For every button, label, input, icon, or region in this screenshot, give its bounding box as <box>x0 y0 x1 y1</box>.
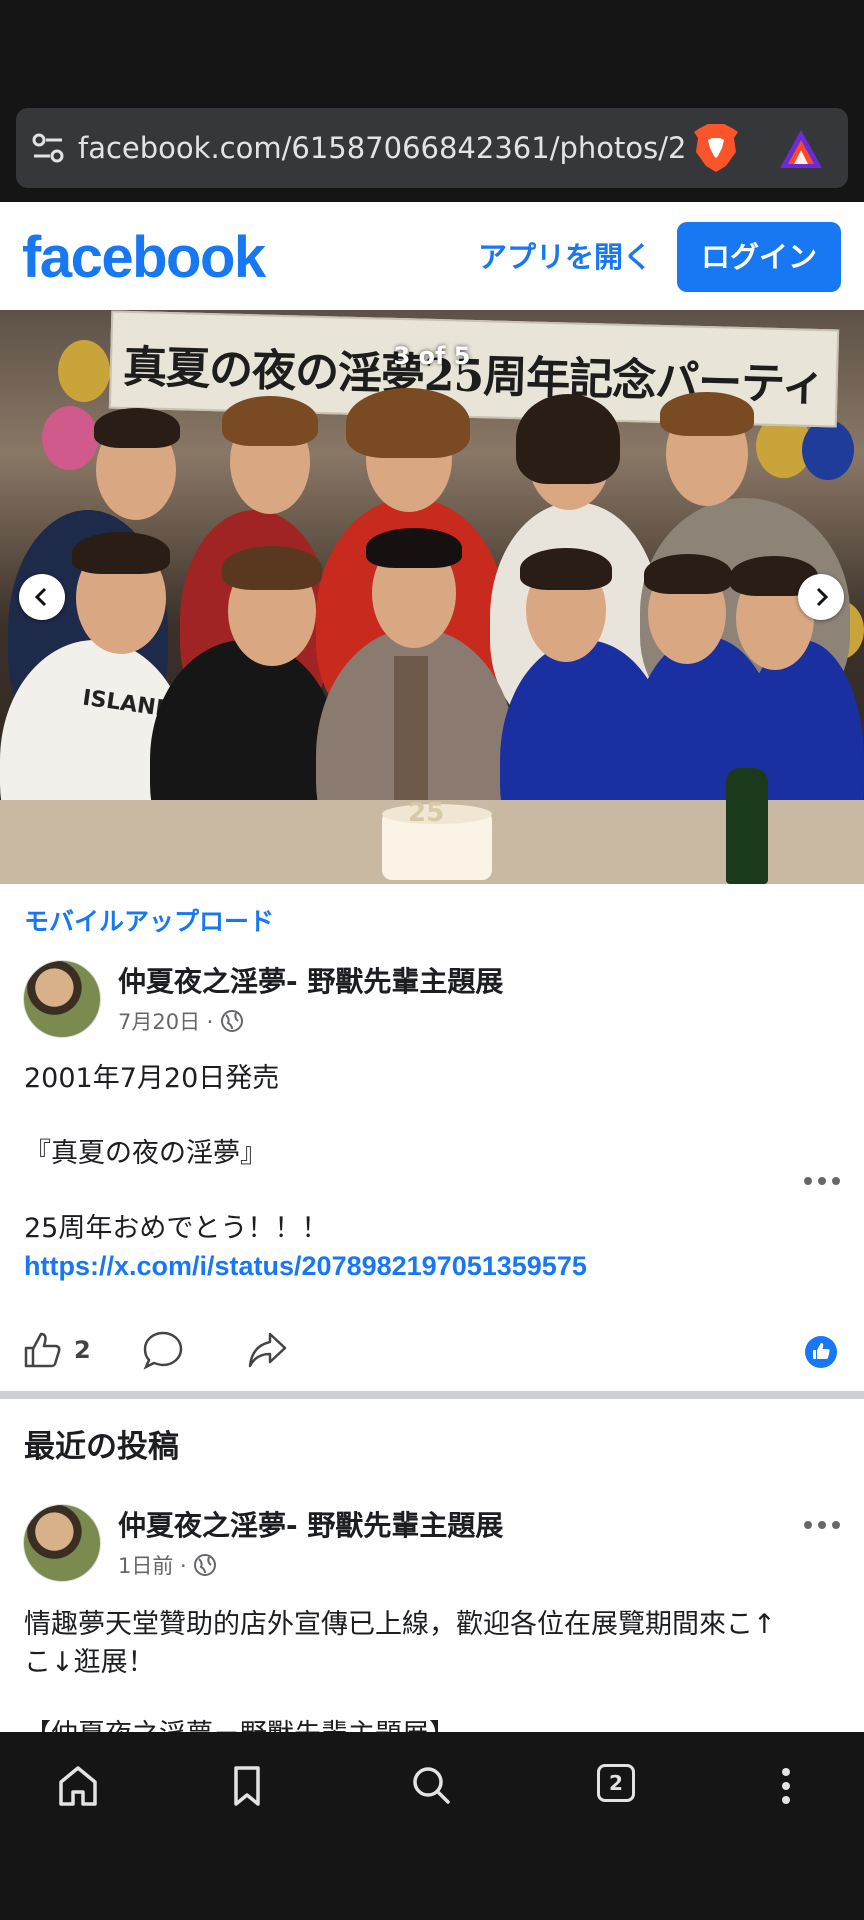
person-hair <box>222 396 318 446</box>
person-hair <box>644 554 732 594</box>
person-hair <box>660 392 754 436</box>
person-hair <box>520 548 612 590</box>
person-hair <box>516 394 620 484</box>
person-hair <box>366 528 462 568</box>
post-photo[interactable]: 真夏の夜の淫夢25周年記念パーティ ISLANDER 25 3 of 5 <box>0 310 864 884</box>
photo-counter: 3 of 5 <box>393 342 471 370</box>
post-link[interactable]: https://x.com/i/status/20789821970513595… <box>24 1251 587 1282</box>
author-avatar[interactable] <box>23 1504 101 1582</box>
post-date-text: 7月20日 · <box>118 1010 214 1034</box>
section-divider <box>0 1391 864 1399</box>
post-text-line: 情趣夢天堂贊助的店外宣傳已上線，歡迎各位在展覽期間來こ↑ <box>24 1609 776 1640</box>
post-date[interactable]: 7月20日 · <box>118 1006 244 1036</box>
browser-bottom-bar: 2 <box>0 1732 864 1920</box>
more-options-icon[interactable] <box>802 1519 842 1531</box>
login-button[interactable]: ログイン <box>677 222 841 292</box>
comment-icon[interactable] <box>142 1330 184 1370</box>
facebook-logo[interactable]: facebook <box>22 224 266 291</box>
web-page: facebook アプリを開く ログイン 真夏の夜の淫夢25周年記念パーティ I… <box>0 202 864 1732</box>
chevron-left-icon <box>34 587 47 607</box>
menu-icon[interactable] <box>756 1756 816 1816</box>
open-app-link[interactable]: アプリを開く <box>478 234 652 276</box>
balloon <box>802 420 854 480</box>
globe-icon <box>194 1554 217 1576</box>
post-date[interactable]: 1日前 · <box>118 1550 217 1580</box>
person-hair <box>72 532 170 574</box>
facebook-header: facebook アプリを開く ログイン <box>0 202 864 310</box>
author-avatar[interactable] <box>23 960 101 1038</box>
brave-rewards-icon[interactable] <box>778 128 824 170</box>
like-count: 2 <box>74 1336 91 1364</box>
post-date-text: 1日前 · <box>118 1554 187 1578</box>
person-hair <box>222 546 322 590</box>
post-text-line: 2001年7月20日発売 <box>24 1063 280 1094</box>
chevron-right-icon <box>816 587 829 607</box>
post-text-line: こ↓逛展！ <box>24 1647 155 1678</box>
share-icon[interactable] <box>246 1330 288 1370</box>
post-text-line: 『真夏の夜の淫夢』 <box>24 1138 267 1169</box>
person-hair <box>346 388 470 458</box>
post-author[interactable]: 仲夏夜之淫夢- 野獸先輩主題展 <box>118 1504 503 1544</box>
cake-number: 25 <box>408 798 445 828</box>
site-settings-icon[interactable] <box>30 130 66 166</box>
address-bar[interactable]: facebook.com/61587066842361/photos/2 <box>16 108 848 188</box>
next-photo-button[interactable] <box>798 574 844 620</box>
post-actions: 2 <box>0 1312 864 1392</box>
post-text-line: 25周年おめでとう！！！ <box>24 1213 329 1244</box>
balloon <box>42 406 98 470</box>
globe-icon <box>221 1010 244 1032</box>
post-text-line: 【仲夏夜之淫夢－野獸先輩主題展】 <box>24 1716 456 1732</box>
status-bar-area <box>0 0 864 100</box>
home-icon[interactable] <box>48 1756 108 1816</box>
person-hair <box>94 408 180 448</box>
browser-toolbar: facebook.com/61587066842361/photos/2 <box>0 100 864 202</box>
search-icon[interactable] <box>401 1756 461 1816</box>
bookmark-icon[interactable] <box>217 1756 277 1816</box>
url-text[interactable]: facebook.com/61587066842361/photos/2 <box>78 128 698 168</box>
tabs-button[interactable]: 2 <box>597 1764 635 1802</box>
brave-shields-icon[interactable] <box>692 122 740 174</box>
previous-photo-button[interactable] <box>19 574 65 620</box>
more-options-icon[interactable] <box>802 1175 842 1187</box>
post-author[interactable]: 仲夏夜之淫夢- 野獸先輩主題展 <box>118 960 503 1000</box>
recent-posts-heading: 最近の投稿 <box>24 1429 179 1465</box>
champagne-bottle <box>726 768 768 884</box>
like-reaction-icon[interactable] <box>805 1336 837 1368</box>
like-icon[interactable] <box>22 1330 62 1370</box>
album-link[interactable]: モバイルアップロード <box>24 902 274 938</box>
